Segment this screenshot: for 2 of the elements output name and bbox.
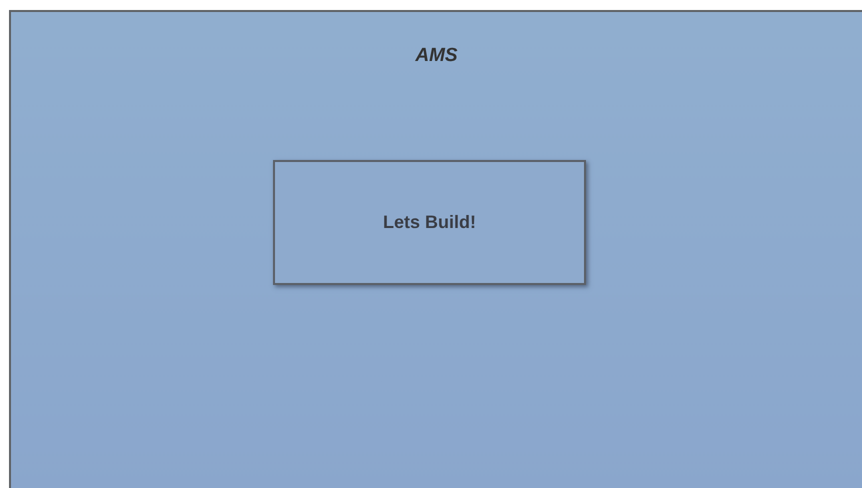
build-button[interactable]: Lets Build! bbox=[273, 160, 586, 285]
app-title: AMS bbox=[415, 45, 458, 67]
